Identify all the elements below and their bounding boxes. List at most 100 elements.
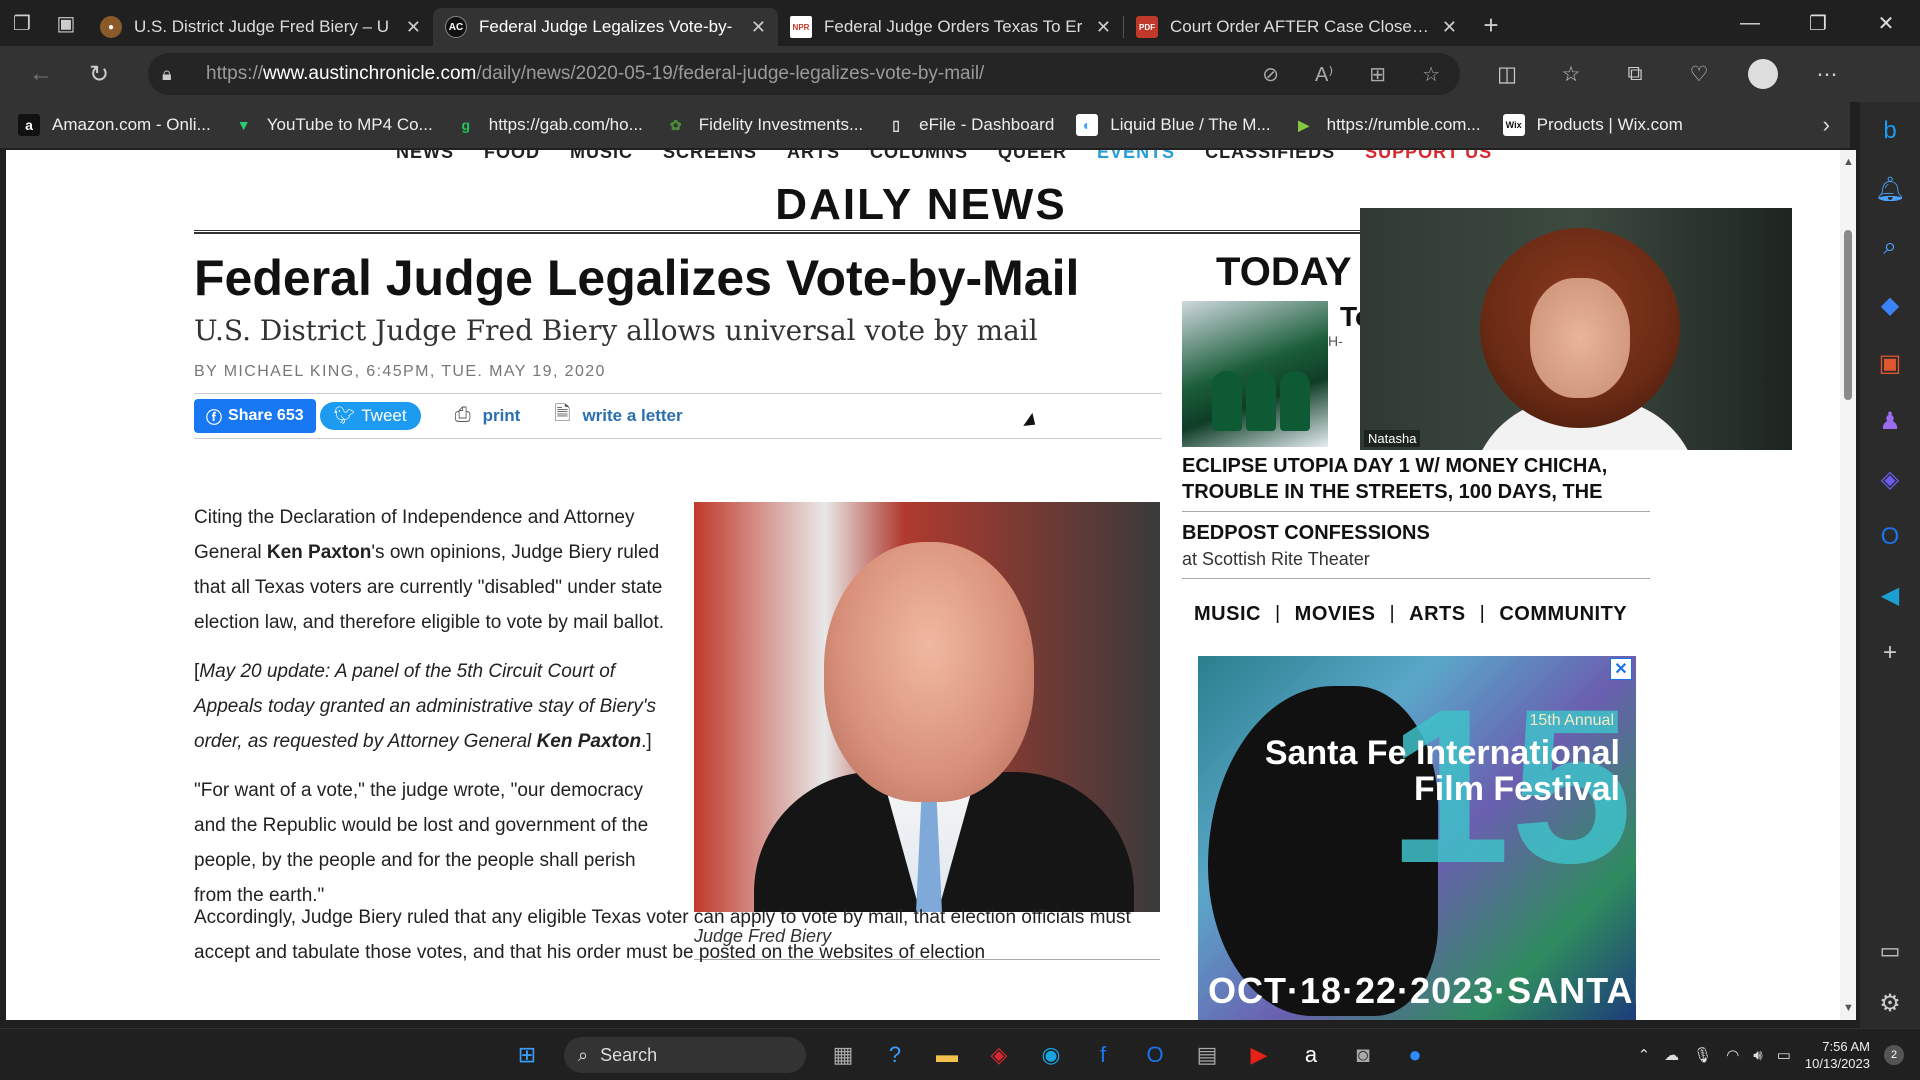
volume-icon[interactable]: 🔊︎ <box>1753 1047 1762 1064</box>
bookmark-item[interactable]: g https://gab.com/ho... <box>455 114 642 136</box>
shopping-tag-icon[interactable]: ◆ <box>1860 276 1920 334</box>
bookmark-item[interactable]: ✿ Fidelity Investments... <box>665 114 863 136</box>
print-link[interactable]: ⎙ print <box>455 404 521 427</box>
tools-briefcase-icon[interactable]: ▣ <box>1860 334 1920 392</box>
app-available-icon[interactable]: ⊞ <box>1369 62 1386 87</box>
collections-icon[interactable]: ⧉ <box>1603 62 1667 86</box>
store-icon[interactable]: ▤ <box>1186 1034 1228 1076</box>
amazon-icon[interactable]: a <box>1290 1034 1332 1076</box>
film-festival-ad[interactable]: 15 15th Annual Santa Fe International Fi… <box>1198 656 1636 1020</box>
close-tab-icon[interactable]: ✕ <box>751 17 766 38</box>
tab-actions-icon[interactable]: ▣ <box>44 0 88 46</box>
bookmark-item[interactable]: Wix Products | Wix.com <box>1502 114 1683 136</box>
task-view-icon[interactable]: ▦ <box>822 1034 864 1076</box>
games-icon[interactable]: ♟ <box>1860 392 1920 450</box>
sidebar-settings-gear-icon[interactable]: ⚙ <box>1860 989 1920 1018</box>
add-sidebar-app-icon[interactable]: + <box>1860 624 1920 682</box>
favorites-icon[interactable]: ☆ <box>1539 62 1603 87</box>
site-nav-item[interactable]: ARTS <box>787 150 840 163</box>
battery-icon[interactable]: ▭ <box>1777 1046 1791 1064</box>
category-link[interactable]: ARTS <box>1409 603 1465 623</box>
refresh-icon[interactable]: ↻ <box>70 46 128 102</box>
file-explorer-icon[interactable]: ▬ <box>926 1034 968 1076</box>
tab-court-order-pdf[interactable]: PDF Court Order AFTER Case Closed.p ✕ <box>1124 8 1469 46</box>
close-window-icon[interactable]: ✕ <box>1852 0 1920 46</box>
lock-icon[interactable]: 🔒︎ <box>162 64 192 85</box>
sidebar-panel-icon[interactable]: ▭ <box>1860 938 1920 964</box>
notification-badge[interactable]: 2 <box>1884 1045 1904 1065</box>
site-nav-item[interactable]: CLASSIFIEDS <box>1205 150 1335 163</box>
more-menu-icon[interactable]: ⋯ <box>1795 62 1859 87</box>
bookmark-item[interactable]: ◐ Liquid Blue / The M... <box>1076 114 1271 136</box>
taskbar-search[interactable]: ⌕ Search <box>564 1037 806 1073</box>
profile-avatar[interactable] <box>1731 59 1795 89</box>
page-scrollbar[interactable]: ▲ ▼ <box>1840 150 1856 1020</box>
bookmark-item[interactable]: ▯ eFile - Dashboard <box>885 114 1054 136</box>
scroll-thumb[interactable] <box>1844 230 1852 400</box>
site-nav-item[interactable]: EVENTS <box>1097 150 1175 163</box>
site-nav-item[interactable]: MUSIC <box>570 150 633 163</box>
onedrive-icon[interactable]: ☁ <box>1664 1046 1679 1064</box>
paxton-link[interactable]: Ken Paxton <box>267 542 372 563</box>
tweet-button[interactable]: 🐦︎ Tweet <box>319 401 421 430</box>
outlook-icon[interactable]: O <box>1860 508 1920 566</box>
microphone-icon[interactable]: 🎙︎ <box>1693 1046 1712 1064</box>
edge-browser-icon[interactable]: ◉ <box>1030 1034 1072 1076</box>
event-headline-eclipse[interactable]: ECLIPSE UTOPIA DAY 1 W/ MONEY CHICHA, TR… <box>1182 453 1650 512</box>
scroll-up-icon[interactable]: ▲ <box>1843 156 1854 168</box>
read-aloud-icon[interactable]: A⁾ <box>1315 62 1333 87</box>
tab-biery-wiki[interactable]: ● U.S. District Judge Fred Biery – U ✕ <box>88 8 433 46</box>
split-screen-icon[interactable]: ◫ <box>1475 62 1539 87</box>
favorite-star-icon[interactable]: ☆ <box>1422 62 1440 87</box>
close-tab-icon[interactable]: ✕ <box>406 17 421 38</box>
bookmark-item[interactable]: ▶ https://rumble.com... <box>1293 114 1480 136</box>
bookmark-item[interactable]: ▼ YouTube to MP4 Co... <box>233 114 433 136</box>
show-hidden-icons-chevron-icon[interactable]: ⌃ <box>1638 1046 1651 1064</box>
workspaces-icon[interactable]: ❐ <box>0 0 44 46</box>
facebook-share-button[interactable]: ⓕ Share 653 <box>194 398 316 433</box>
site-nav-item[interactable]: SCREENS <box>663 150 757 163</box>
write-letter-link[interactable]: 🗎︎ write a letter <box>554 399 682 433</box>
new-tab-button[interactable]: + <box>1469 6 1513 44</box>
ad-close-icon[interactable]: ✕ <box>1610 658 1632 680</box>
bookmarks-overflow-chevron-icon[interactable]: › <box>1823 112 1830 138</box>
notifications-bell-icon[interactable]: 🔔︎ <box>1860 160 1920 218</box>
zoom-icon[interactable]: ● <box>1394 1034 1436 1076</box>
category-link[interactable]: COMMUNITY <box>1499 603 1627 623</box>
outlook-icon[interactable]: O <box>1134 1034 1176 1076</box>
microsoft-365-icon[interactable]: ◈ <box>1860 450 1920 508</box>
video-call-window[interactable]: Natasha <box>1360 208 1792 450</box>
paxton-link[interactable]: Ken Paxton <box>537 731 642 752</box>
wifi-icon[interactable]: ◠ <box>1726 1046 1739 1064</box>
minimize-icon[interactable]: — <box>1716 0 1784 46</box>
mcafee-shield-icon[interactable]: ◈ <box>978 1034 1020 1076</box>
start-windows-icon[interactable]: ⊞ <box>506 1034 548 1076</box>
clock[interactable]: 7:56 AM 10/13/2023 <box>1805 1038 1870 1072</box>
event-headline-bedpost[interactable]: BEDPOST CONFESSIONS <box>1182 522 1650 545</box>
site-nav-item[interactable]: COLUMNS <box>870 150 968 163</box>
back-arrow-icon[interactable]: ← <box>12 46 70 102</box>
tab-austin-chronicle[interactable]: AC Federal Judge Legalizes Vote-by- ✕ <box>433 8 778 46</box>
hockey-thumbnail[interactable] <box>1182 301 1328 447</box>
close-tab-icon[interactable]: ✕ <box>1442 17 1457 38</box>
site-nav-item[interactable]: FOOD <box>484 150 540 163</box>
help-icon[interactable]: ? <box>874 1034 916 1076</box>
category-link[interactable]: MOVIES <box>1295 603 1376 623</box>
search-icon[interactable]: ⌕ <box>1860 218 1920 276</box>
drop-send-icon[interactable]: ◀ <box>1860 566 1920 624</box>
tracking-prevention-icon[interactable]: ⊘ <box>1262 62 1279 87</box>
close-tab-icon[interactable]: ✕ <box>1096 17 1111 38</box>
bookmark-item[interactable]: a Amazon.com - Onli... <box>18 114 211 136</box>
facebook-icon[interactable]: f <box>1082 1034 1124 1076</box>
site-nav-item[interactable]: SUPPORT US <box>1365 150 1492 163</box>
scroll-down-icon[interactable]: ▼ <box>1843 1002 1854 1014</box>
category-link[interactable]: MUSIC <box>1194 603 1261 623</box>
camera-icon[interactable]: ◙ <box>1342 1034 1384 1076</box>
restore-icon[interactable]: ❐ <box>1784 0 1852 46</box>
browser-essentials-icon[interactable]: ♡ <box>1667 62 1731 87</box>
bing-copilot-icon[interactable]: b <box>1860 102 1920 160</box>
tab-npr[interactable]: NPR Federal Judge Orders Texas To Er ✕ <box>778 8 1123 46</box>
site-nav-item[interactable]: NEWS <box>396 150 454 163</box>
address-bar[interactable]: 🔒︎ https://www.austinchronicle.com/daily… <box>148 53 1460 95</box>
youtube-icon[interactable]: ▶ <box>1238 1034 1280 1076</box>
